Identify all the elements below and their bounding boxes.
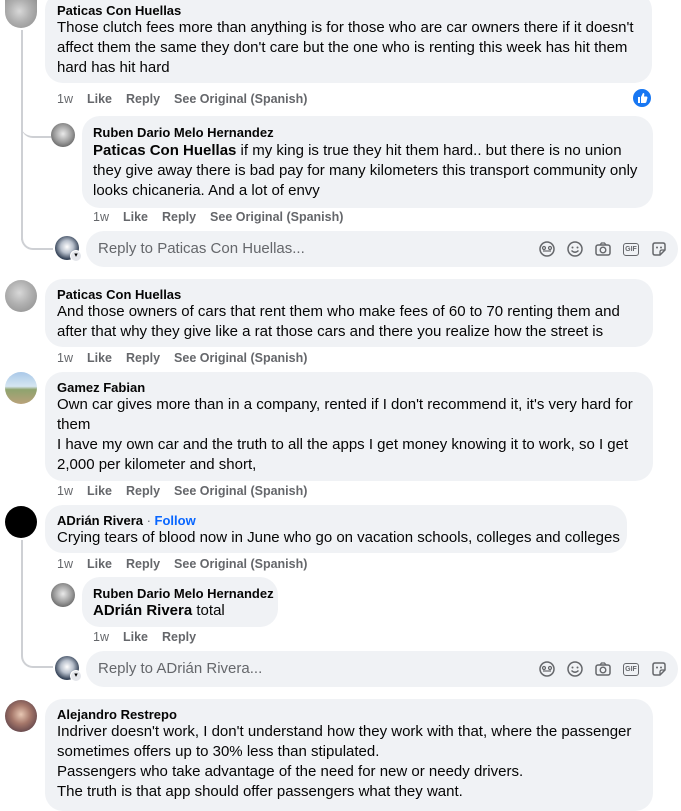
thread-line xyxy=(21,570,53,668)
composer-tools: GIF xyxy=(538,660,668,678)
reply-input[interactable]: Reply to Paticas Con Huellas... GIF xyxy=(86,231,678,267)
like-icon[interactable] xyxy=(632,88,652,108)
comment-line: The truth is that app should offer passe… xyxy=(57,783,463,800)
like-button[interactable]: Like xyxy=(123,210,148,224)
comment-actions: 1w Like Reply See Original (Spanish) xyxy=(57,351,321,365)
comment-line: And those owners of cars that rent them … xyxy=(57,303,620,320)
emoji-icon[interactable] xyxy=(566,240,584,258)
camera-icon[interactable] xyxy=(594,660,612,678)
timestamp[interactable]: 1w xyxy=(57,484,73,498)
comment-author[interactable]: Gamez Fabian xyxy=(57,380,145,395)
comment-line: affect them the same they don't care but… xyxy=(57,39,628,56)
comment-line: hard has hit hard xyxy=(57,59,170,76)
reply-text: ADrián Rivera total xyxy=(93,601,225,621)
avatar[interactable] xyxy=(51,583,75,607)
follow-button[interactable]: Follow xyxy=(155,513,196,528)
like-button[interactable]: Like xyxy=(87,351,112,365)
see-original-button[interactable]: See Original (Spanish) xyxy=(174,557,307,571)
comment-line: sometimes offers up to 30% less than sti… xyxy=(57,743,380,760)
reply-line: if my king is true they hit them hard.. … xyxy=(236,142,622,159)
comment-line: Crying tears of blood now in June who go… xyxy=(57,529,620,546)
mention-link[interactable]: Paticas Con Huellas xyxy=(93,142,236,159)
reply-button[interactable]: Reply xyxy=(162,210,196,224)
comment-text: Crying tears of blood now in June who go… xyxy=(57,528,620,548)
avatar[interactable] xyxy=(5,0,37,28)
comment-text: Those clutch fees more than anything is … xyxy=(57,18,634,78)
avatar[interactable] xyxy=(5,280,37,312)
comment-line: 2,000 per kilometer and short, xyxy=(57,456,257,473)
emoji-icon[interactable] xyxy=(566,660,584,678)
avatar[interactable] xyxy=(51,123,75,147)
reply-line: total xyxy=(192,602,225,619)
avatar-sticker-icon[interactable] xyxy=(650,240,668,258)
see-original-button[interactable]: See Original (Spanish) xyxy=(174,92,307,106)
reply-button[interactable]: Reply xyxy=(126,557,160,571)
avatar[interactable] xyxy=(5,372,37,404)
comment-line: Own car gives more than in a company, re… xyxy=(57,396,633,413)
separator: · xyxy=(142,513,155,528)
comment-line: Indriver doesn't work, I don't understan… xyxy=(57,723,632,740)
comment-text: Indriver doesn't work, I don't understan… xyxy=(57,722,631,802)
like-button[interactable]: Like xyxy=(87,557,112,571)
comment-author[interactable]: Paticas Con Huellas xyxy=(57,3,181,18)
reply-line: they give away there is bad pay for many… xyxy=(93,162,638,179)
chevron-down-icon[interactable]: ▾ xyxy=(70,250,82,262)
reply-button[interactable]: Reply xyxy=(162,630,196,644)
comment-text: Own car gives more than in a company, re… xyxy=(57,395,633,475)
comment-actions: 1w Like Reply See Original (Spanish) xyxy=(57,92,321,106)
timestamp[interactable]: 1w xyxy=(93,210,109,224)
like-button[interactable]: Like xyxy=(123,630,148,644)
reply-actions: 1w Like Reply xyxy=(93,630,210,644)
see-original-button[interactable]: See Original (Spanish) xyxy=(210,210,343,224)
comment-text: And those owners of cars that rent them … xyxy=(57,302,620,342)
avatar[interactable] xyxy=(5,700,37,732)
thread-line xyxy=(21,104,51,138)
see-original-button[interactable]: See Original (Spanish) xyxy=(174,484,307,498)
timestamp[interactable]: 1w xyxy=(57,351,73,365)
comment-actions: 1w Like Reply See Original (Spanish) xyxy=(57,484,321,498)
comment-line: Passengers who take advantage of the nee… xyxy=(57,763,524,780)
comment-line: I have my own car and the truth to all t… xyxy=(57,436,629,453)
thread-line xyxy=(21,200,53,250)
reply-button[interactable]: Reply xyxy=(126,92,160,106)
reply-actions: 1w Like Reply See Original (Spanish) xyxy=(93,210,357,224)
comment-actions: 1w Like Reply See Original (Spanish) xyxy=(57,557,321,571)
camera-icon[interactable] xyxy=(594,240,612,258)
comment-author[interactable]: Alejandro Restrepo xyxy=(57,707,177,722)
mention-link[interactable]: ADrián Rivera xyxy=(93,602,192,619)
gif-icon[interactable]: GIF xyxy=(622,240,640,258)
comment-author-line: ADrián Rivera · Follow xyxy=(57,513,196,528)
comment-line: them xyxy=(57,416,91,433)
reply-button[interactable]: Reply xyxy=(126,351,160,365)
gif-label: GIF xyxy=(623,662,639,676)
timestamp[interactable]: 1w xyxy=(57,92,73,106)
comment-line: after that why they give like a rat thos… xyxy=(57,323,604,340)
like-button[interactable]: Like xyxy=(87,92,112,106)
chevron-down-icon[interactable]: ▾ xyxy=(70,670,82,682)
composer-tools: GIF xyxy=(538,240,668,258)
gif-label: GIF xyxy=(623,242,639,256)
reply-author[interactable]: Ruben Dario Melo Hernandez xyxy=(93,125,274,140)
reply-button[interactable]: Reply xyxy=(126,484,160,498)
reply-line: looks chicaneria. And a lot of envy xyxy=(93,182,320,199)
comment-author[interactable]: Paticas Con Huellas xyxy=(57,287,181,302)
comment-author[interactable]: ADrián Rivera xyxy=(57,513,143,528)
reply-placeholder: Reply to Paticas Con Huellas... xyxy=(98,240,305,257)
reply-text: Paticas Con Huellas if my king is true t… xyxy=(93,141,637,201)
see-original-button[interactable]: See Original (Spanish) xyxy=(174,351,307,365)
reply-placeholder: Reply to ADrián Rivera... xyxy=(98,660,263,677)
like-button[interactable]: Like xyxy=(87,484,112,498)
comment-line: Those clutch fees more than anything is … xyxy=(57,19,634,36)
sticker-icon[interactable] xyxy=(538,660,556,678)
reply-author[interactable]: Ruben Dario Melo Hernandez xyxy=(93,586,274,601)
gif-icon[interactable]: GIF xyxy=(622,660,640,678)
avatar[interactable] xyxy=(5,506,37,538)
timestamp[interactable]: 1w xyxy=(57,557,73,571)
avatar-sticker-icon[interactable] xyxy=(650,660,668,678)
timestamp[interactable]: 1w xyxy=(93,630,109,644)
reply-input[interactable]: Reply to ADrián Rivera... GIF xyxy=(86,651,678,687)
sticker-icon[interactable] xyxy=(538,240,556,258)
